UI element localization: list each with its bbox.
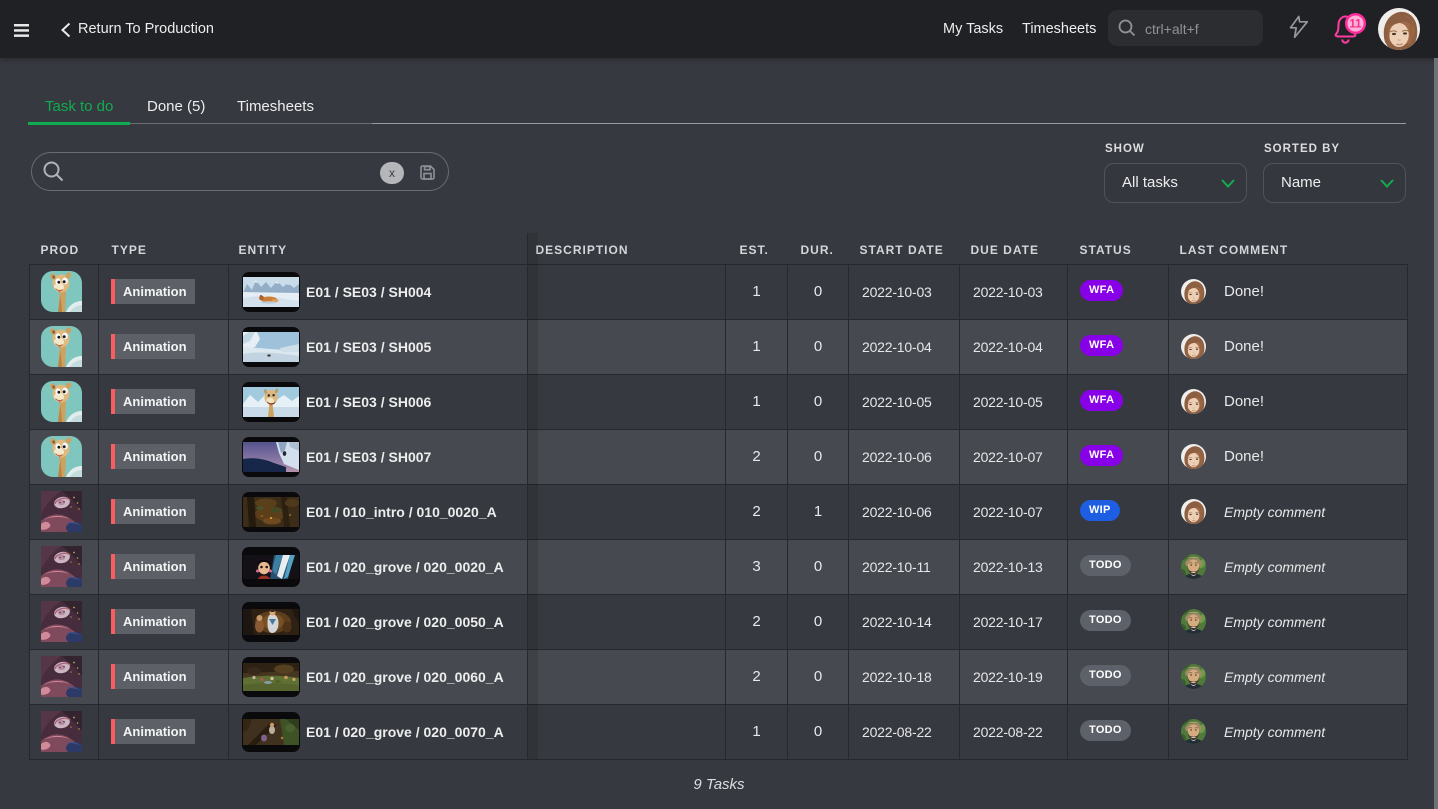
svg-text:11: 11 [1349, 19, 1362, 31]
